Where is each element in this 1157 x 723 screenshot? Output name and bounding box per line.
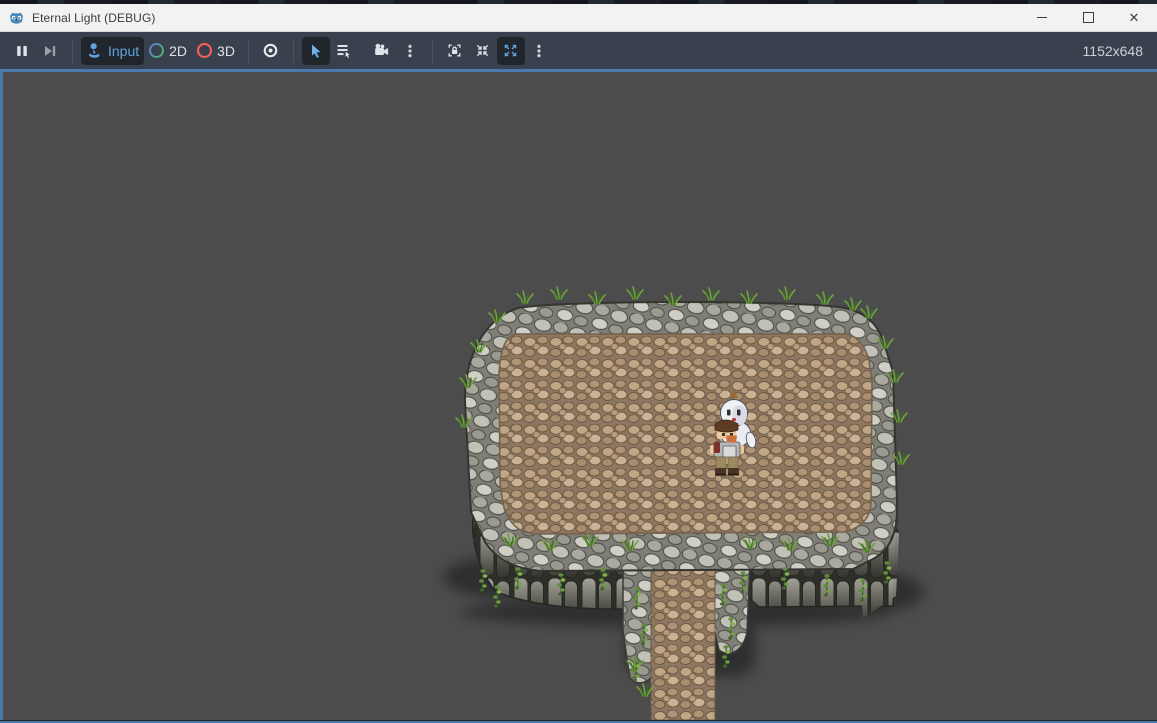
camera-target-button[interactable] bbox=[257, 37, 285, 65]
plateau-cobblestone-top bbox=[498, 333, 873, 535]
joystick-icon bbox=[88, 43, 100, 58]
game-debug-toolbar: Input 2D 3D 1152x648 bbox=[0, 32, 1157, 69]
mode-2d-button[interactable]: 2D bbox=[144, 37, 192, 65]
app-window: Eternal Light (DEBUG) ✕ Input 2D 3D 1152… bbox=[0, 0, 1157, 723]
mode-3d-label: 3D bbox=[217, 42, 235, 59]
close-button[interactable]: ✕ bbox=[1111, 4, 1157, 31]
mode-3d-button[interactable]: 3D bbox=[192, 37, 240, 65]
kebab-menu-icon bbox=[408, 44, 412, 57]
input-mode-label: Input bbox=[108, 42, 140, 59]
godot-icon bbox=[9, 10, 24, 25]
input-mode-button[interactable]: Input bbox=[81, 36, 145, 65]
frame-lock-icon bbox=[448, 44, 461, 57]
shrink-arrows-icon bbox=[477, 44, 489, 57]
close-icon: ✕ bbox=[1128, 10, 1140, 25]
red-ring-icon bbox=[197, 43, 213, 58]
pause-button[interactable] bbox=[8, 37, 36, 65]
window-menu-button[interactable] bbox=[525, 37, 553, 65]
mode-2d-label: 2D bbox=[169, 42, 188, 59]
circle-dot-icon bbox=[264, 43, 278, 58]
resolution-label: 1152x648 bbox=[1082, 42, 1143, 59]
next-frame-icon bbox=[45, 45, 56, 56]
select-mode-button[interactable] bbox=[301, 36, 330, 65]
game-viewport[interactable] bbox=[0, 69, 1157, 720]
toolbar-separator bbox=[72, 38, 73, 63]
cursor-arrow-icon bbox=[311, 44, 321, 58]
next-frame-button[interactable] bbox=[36, 37, 64, 65]
window-title: Eternal Light (DEBUG) bbox=[32, 10, 156, 25]
toolbar-separator bbox=[292, 38, 294, 63]
camera-menu-button[interactable] bbox=[396, 37, 424, 65]
expand-arrows-icon bbox=[505, 44, 517, 57]
minimize-button[interactable] bbox=[1019, 4, 1065, 31]
camera-override-button[interactable] bbox=[368, 37, 396, 65]
toolbar-separator bbox=[431, 38, 433, 63]
embed-game-button[interactable] bbox=[441, 37, 469, 65]
shrink-window-button[interactable] bbox=[469, 37, 497, 65]
pause-icon bbox=[17, 45, 27, 56]
window-controls: ✕ bbox=[1019, 4, 1157, 31]
camera-icon bbox=[375, 43, 389, 55]
list-cursor-icon bbox=[338, 44, 352, 59]
toolbar-separator bbox=[247, 38, 249, 63]
kebab-menu-icon bbox=[537, 44, 541, 57]
minimize-icon bbox=[1037, 17, 1047, 18]
expand-window-button[interactable] bbox=[496, 36, 525, 65]
game-scene bbox=[443, 286, 923, 720]
maximize-button[interactable] bbox=[1065, 4, 1111, 31]
maximize-icon bbox=[1082, 12, 1094, 23]
green-ring-icon bbox=[149, 43, 164, 58]
select-list-button[interactable] bbox=[330, 37, 358, 65]
titlebar[interactable]: Eternal Light (DEBUG) ✕ bbox=[0, 4, 1157, 32]
